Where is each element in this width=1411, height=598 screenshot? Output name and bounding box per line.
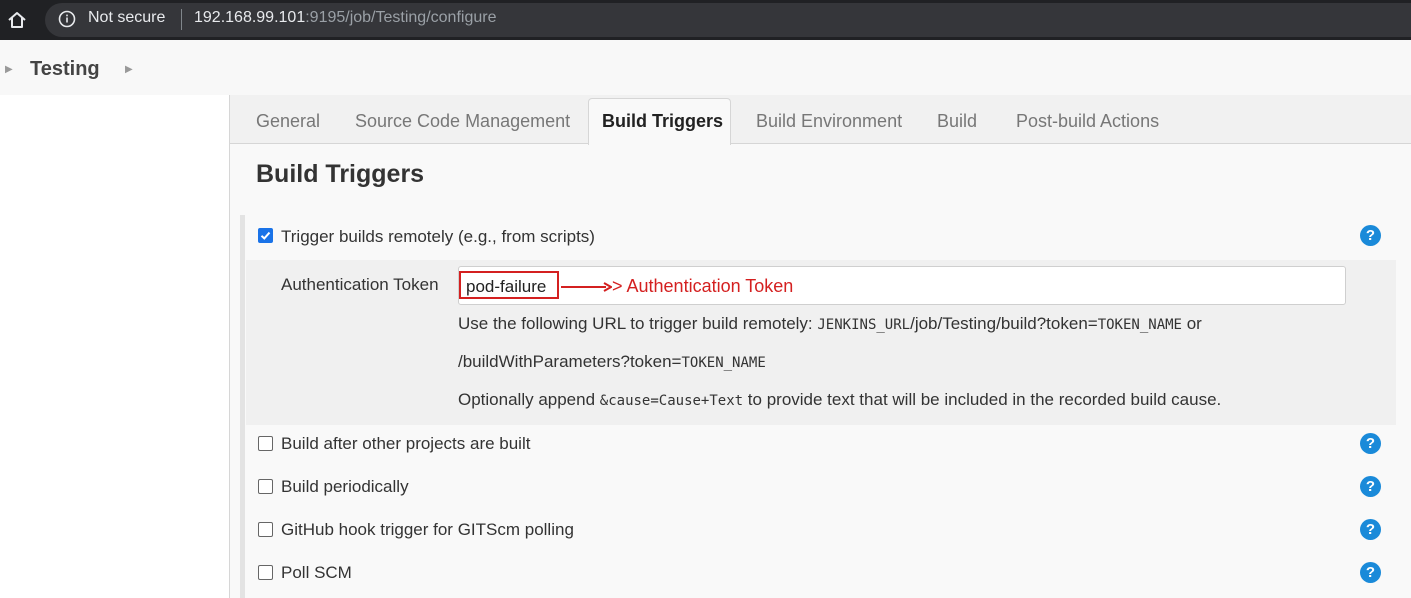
section-indent-bar (240, 215, 245, 598)
help-icon[interactable]: ? (1360, 519, 1381, 540)
help-icon[interactable]: ? (1360, 433, 1381, 454)
github-hook-trigger-label[interactable]: GitHub hook trigger for GITScm polling (281, 520, 574, 540)
breadcrumb-menu-arrow-icon[interactable]: ▶ (125, 64, 133, 75)
annotation-text: > Authentication Token (612, 276, 794, 296)
tab-build-environment[interactable]: Build Environment (756, 111, 902, 132)
token-url-help: Use the following URL to trigger build r… (458, 314, 1202, 334)
help-icon[interactable]: ? (1360, 562, 1381, 583)
desc-text: or (1182, 314, 1202, 333)
token-url-help-continued: /buildWithParameters?token=TOKEN_NAME (458, 352, 766, 372)
github-hook-trigger-checkbox[interactable] (258, 522, 273, 537)
build-after-other-projects-checkbox[interactable] (258, 436, 273, 451)
trigger-remotely-label[interactable]: Trigger builds remotely (e.g., from scri… (281, 227, 595, 247)
desc-text: to provide text that will be included in… (743, 390, 1222, 409)
desc-text: /buildWithParameters?token= (458, 352, 682, 371)
tab-source-code-management[interactable]: Source Code Management (355, 111, 570, 132)
address-separator (181, 9, 182, 30)
poll-scm-checkbox[interactable] (258, 565, 273, 580)
info-icon[interactable] (58, 10, 76, 28)
auth-token-label: Authentication Token (281, 275, 439, 294)
poll-scm-label[interactable]: Poll SCM (281, 563, 352, 583)
annotation-arrow-icon (561, 282, 612, 292)
url-host: 192.168.99.101 (194, 9, 306, 26)
tab-build[interactable]: Build (937, 111, 977, 132)
help-icon[interactable]: ? (1360, 476, 1381, 497)
breadcrumb-item-testing[interactable]: Testing (30, 58, 100, 81)
url-text[interactable]: 192.168.99.101:9195/job/Testing/configur… (194, 9, 496, 27)
help-icon[interactable]: ? (1360, 225, 1381, 246)
tab-build-triggers[interactable]: Build Triggers (602, 111, 723, 132)
desc-text: Optionally append (458, 390, 600, 409)
desc-code: TOKEN_NAME (681, 355, 766, 371)
home-icon[interactable] (6, 9, 28, 31)
tab-general[interactable]: General (256, 111, 320, 132)
desc-code: TOKEN_NAME (1097, 317, 1182, 333)
build-after-other-projects-label[interactable]: Build after other projects are built (281, 434, 530, 454)
desc-code: JENKINS_URL (817, 317, 911, 333)
build-periodically-label[interactable]: Build periodically (281, 477, 409, 497)
breadcrumb-bar (0, 40, 1411, 95)
side-panel (0, 95, 229, 598)
desc-text: /job/Testing/build?token= (910, 314, 1098, 333)
security-label[interactable]: Not secure (88, 9, 165, 27)
trigger-remotely-checkbox[interactable] (258, 228, 273, 243)
section-title: Build Triggers (256, 160, 425, 188)
url-path: :9195/job/Testing/configure (305, 9, 497, 26)
desc-code: &cause=Cause+Text (599, 393, 744, 409)
checkmark-icon (260, 231, 271, 240)
auth-token-value[interactable]: pod-failure (466, 277, 546, 297)
token-cause-help: Optionally append &cause=Cause+Text to p… (458, 390, 1221, 410)
desc-text: Use the following URL to trigger build r… (458, 314, 818, 333)
build-periodically-checkbox[interactable] (258, 479, 273, 494)
breadcrumb-arrow-icon: ▶ (5, 64, 13, 75)
tab-post-build-actions[interactable]: Post-build Actions (1016, 111, 1159, 132)
